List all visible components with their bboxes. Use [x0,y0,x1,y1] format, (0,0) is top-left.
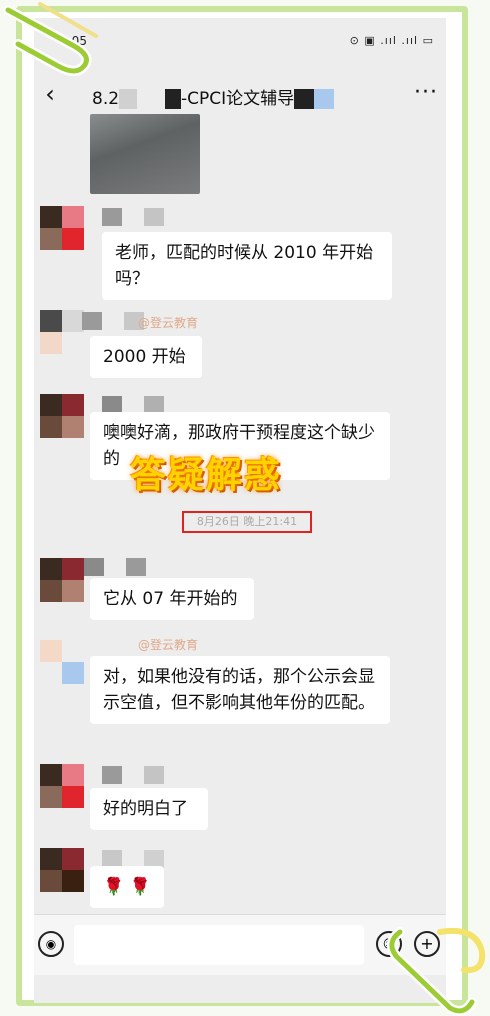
image-message[interactable] [90,114,200,194]
chat-header: ‹ 8.2 -CPCI论文辅导 ··· [34,74,446,114]
chat-title-suffix: -CPCI论文辅导 [181,89,295,109]
message-text: 老师，匹配的时候从 2010 年开始吗？ [115,243,374,289]
blurred-name [165,89,182,109]
blurred-name [314,89,335,109]
paperclip-icon [386,927,486,1016]
sender-name-blurred [102,208,186,226]
avatar[interactable] [40,640,84,684]
avatar[interactable] [40,764,84,808]
overlay-banner: 答疑解惑 [130,455,283,496]
message-bubble: 好的明白了 [90,788,208,830]
avatar[interactable] [40,394,84,438]
message-text: 2000 开始 [103,347,186,367]
chat-title: 8.2 -CPCI论文辅导 [92,84,335,109]
message-bubble: 它从 07 年开始的 [90,578,254,620]
back-arrow-icon[interactable]: ‹ [38,80,62,108]
more-options-icon[interactable]: ··· [414,80,438,105]
watermark: @登云教育 [138,316,199,330]
message-input[interactable] [74,925,364,965]
avatar[interactable] [40,310,84,354]
blurred-name [294,89,315,109]
blurred-name [119,89,138,109]
message-text: 好的明白了 [103,799,188,819]
paperclip-icon [3,2,98,76]
phone-screen: 4:05 ⊙ ▣ .ııl .ııl ▭ ‹ 8.2 -CPCI论文辅导 ··· … [34,18,446,1003]
sender-name-blurred [84,558,168,576]
message-bubble: 🌹 🌹 [90,866,164,908]
message-text: 对，如果他没有的话，那个公示会显示空值，但不影响其他年份的匹配。 [103,667,375,713]
message-bubble: 老师，匹配的时候从 2010 年开始吗？ [102,232,392,300]
chat-title-prefix: 8.2 [92,89,120,109]
sender-name-blurred [102,766,186,784]
avatar[interactable] [40,558,84,602]
message-text: 🌹 🌹 [103,877,151,897]
message-bubble: 2000 开始 [90,336,202,378]
timestamp: 8月26日 晚上21:41 [182,511,312,533]
status-icons: ⊙ ▣ .ııl .ııl ▭ [349,34,434,47]
message-text: 它从 07 年开始的 [103,589,238,609]
avatar[interactable] [40,206,84,250]
avatar[interactable] [40,848,84,892]
watermark: @登云教育 [138,638,199,652]
voice-icon[interactable]: ◉ [38,931,64,957]
message-bubble: 对，如果他没有的话，那个公示会显示空值，但不影响其他年份的匹配。 [90,656,390,724]
